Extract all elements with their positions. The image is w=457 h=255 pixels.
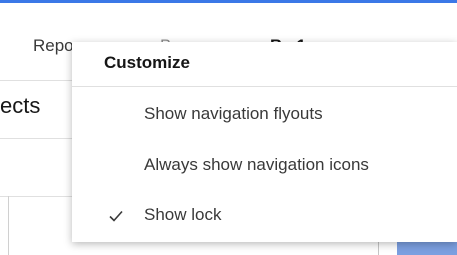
divider: [72, 86, 457, 87]
menu-item-show-lock[interactable]: Show lock: [72, 192, 457, 240]
checkmark-icon: [109, 210, 123, 222]
menu-item-label: Show navigation flyouts: [144, 104, 323, 123]
menu-item-show-navigation-flyouts[interactable]: Show navigation flyouts: [72, 91, 457, 139]
breadcrumb-item-reports[interactable]: Repo: [33, 36, 74, 56]
divider: [0, 196, 72, 197]
divider: [8, 196, 9, 255]
menu-header: Customize: [104, 53, 190, 72]
menu-item-always-show-navigation-icons[interactable]: Always show navigation icons: [72, 142, 457, 190]
panel-title: ects: [0, 93, 41, 118]
divider: [0, 80, 72, 81]
menu-item-label: Show lock: [144, 205, 222, 224]
divider: [0, 138, 72, 139]
customize-menu: Customize Show navigation flyouts Always…: [72, 42, 457, 242]
menu-item-label: Always show navigation icons: [144, 155, 369, 174]
